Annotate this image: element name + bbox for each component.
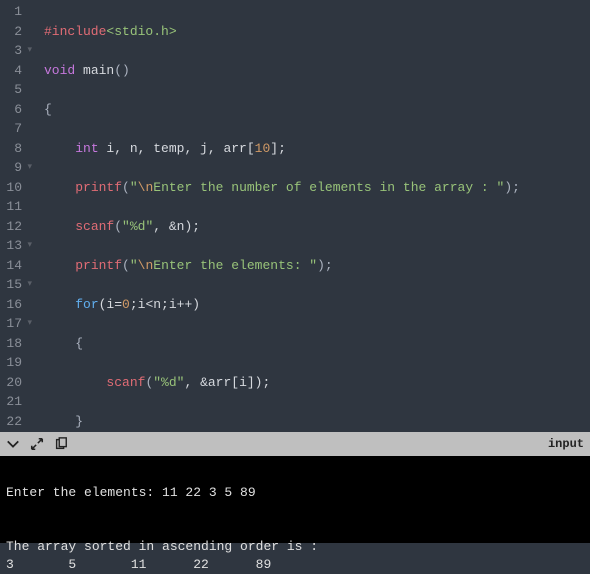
line-number: 4 — [4, 61, 22, 81]
code-line: { — [44, 100, 590, 120]
line-number: 22 — [4, 412, 22, 432]
line-number: 11 — [4, 197, 22, 217]
expand-icon[interactable] — [30, 437, 44, 451]
line-number-gutter: 1 2 3 4 5 6 7 8 9 10 11 12 13 14 15 16 1… — [0, 0, 30, 432]
terminal-line: 3 5 11 22 89 — [6, 557, 271, 572]
line-number: 14 — [4, 256, 22, 276]
code-line: void main() — [44, 61, 590, 81]
line-number: 6 — [4, 100, 22, 120]
line-number: 10 — [4, 178, 22, 198]
console-tab-label[interactable]: input — [548, 437, 584, 451]
code-area[interactable]: #include<stdio.h> void main() { int i, n… — [30, 0, 590, 432]
terminal-line: Enter the elements: 11 22 3 5 89 — [6, 485, 256, 500]
code-line: printf("\nEnter the number of elements i… — [44, 178, 590, 198]
line-number: 17 — [4, 314, 22, 334]
terminal-output[interactable]: Enter the elements: 11 22 3 5 89 The arr… — [0, 456, 590, 543]
chevron-down-icon[interactable] — [6, 437, 20, 451]
line-number: 1 — [4, 2, 22, 22]
line-number: 19 — [4, 353, 22, 373]
console-toolbar: input — [0, 432, 590, 456]
line-number: 3 — [4, 41, 22, 61]
terminal-line: The array sorted in ascending order is : — [6, 539, 318, 554]
code-line: scanf("%d", &arr[i]); — [44, 373, 590, 393]
line-number: 16 — [4, 295, 22, 315]
code-line: scanf("%d", &n); — [44, 217, 590, 237]
line-number: 2 — [4, 22, 22, 42]
line-number: 13 — [4, 236, 22, 256]
code-line: } — [44, 412, 590, 432]
line-number: 9 — [4, 158, 22, 178]
code-editor: 1 2 3 4 5 6 7 8 9 10 11 12 13 14 15 16 1… — [0, 0, 590, 432]
line-number: 15 — [4, 275, 22, 295]
code-line: for(i=0;i<n;i++) — [44, 295, 590, 315]
line-number: 8 — [4, 139, 22, 159]
code-line: { — [44, 334, 590, 354]
line-number: 7 — [4, 119, 22, 139]
code-line: printf("\nEnter the elements: "); — [44, 256, 590, 276]
line-number: 5 — [4, 80, 22, 100]
code-line: int i, n, temp, j, arr[10]; — [44, 139, 590, 159]
copy-icon[interactable] — [54, 437, 68, 451]
line-number: 21 — [4, 392, 22, 412]
line-number: 18 — [4, 334, 22, 354]
line-number: 12 — [4, 217, 22, 237]
code-line: #include<stdio.h> — [44, 22, 590, 42]
line-number: 20 — [4, 373, 22, 393]
